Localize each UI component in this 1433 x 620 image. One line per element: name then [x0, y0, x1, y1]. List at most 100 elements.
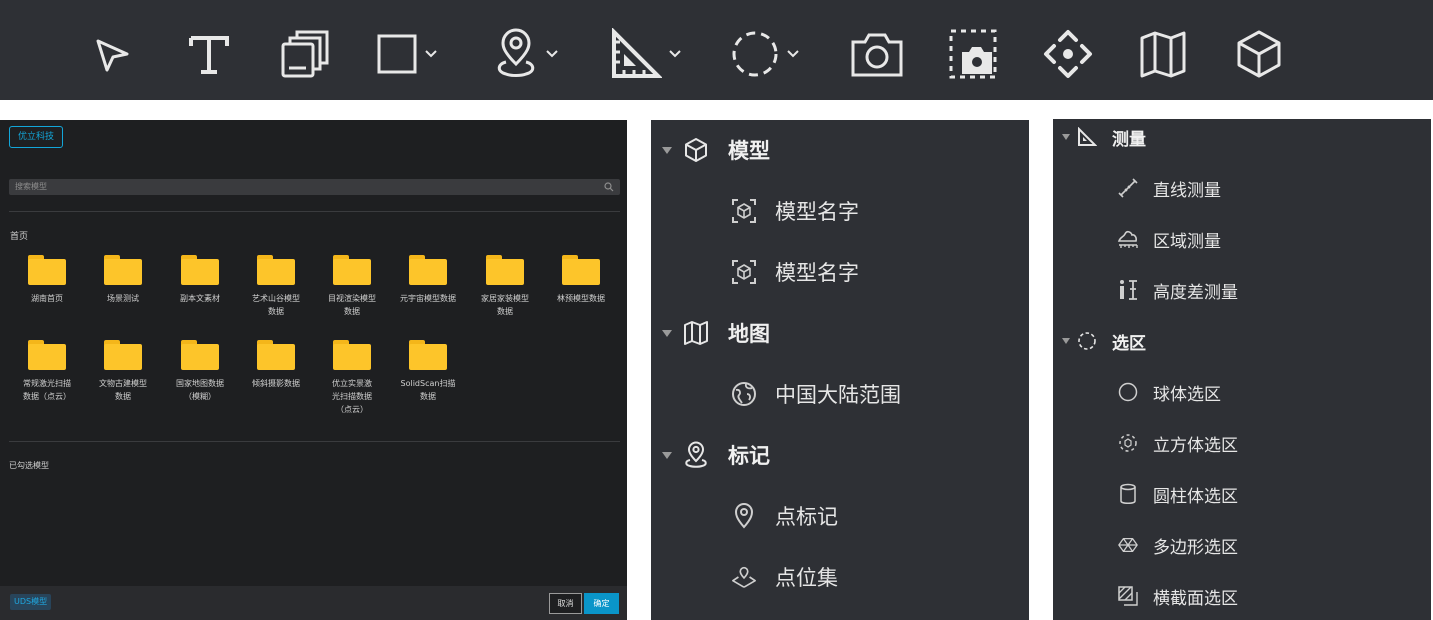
region-screenshot-icon: [949, 29, 997, 79]
folder-icon: [257, 255, 295, 285]
folder-item[interactable]: 倾斜摄影数据: [238, 340, 314, 390]
folder-item[interactable]: 副本文素材: [162, 255, 238, 305]
folder-item[interactable]: 湖南首页: [9, 255, 85, 305]
breadcrumb[interactable]: 首页: [10, 229, 28, 242]
map-tool-button[interactable]: [1139, 26, 1187, 82]
select-tool-button[interactable]: [93, 26, 133, 82]
tree-item-selection[interactable]: 多边形选区: [1117, 533, 1238, 558]
folder-item[interactable]: 场景测试: [85, 255, 161, 305]
tree-group-label: 测量: [1112, 129, 1146, 150]
uds-model-tag[interactable]: UDS模型: [10, 594, 52, 610]
tree-item-label: 立方体选区: [1153, 435, 1238, 456]
tree-item-label: 中国大陆范围: [775, 383, 901, 407]
tree-item-selection[interactable]: 圆柱体选区: [1117, 482, 1238, 507]
tree-item-label: 圆柱体选区: [1153, 486, 1238, 507]
layers-stack-icon: [281, 30, 329, 78]
brand-button[interactable]: 优立科技: [9, 126, 63, 148]
tree-item-selection[interactable]: 横截面选区: [1117, 584, 1238, 609]
tree-item-measure[interactable]: 高度差测量: [1117, 278, 1238, 303]
expand-triangle-icon[interactable]: [1062, 338, 1070, 344]
selected-models-label: 已勾选模型: [9, 461, 49, 470]
selection-tool-button[interactable]: [730, 26, 800, 82]
folder-icon: [104, 255, 142, 285]
tree-group-selection[interactable]: 选区: [1062, 329, 1146, 354]
expand-triangle-icon[interactable]: [662, 329, 672, 337]
marker-tool-button[interactable]: [493, 26, 559, 82]
search-icon[interactable]: [604, 182, 614, 192]
tree-group-measure[interactable]: 测量: [1062, 125, 1146, 150]
tree-item-model[interactable]: 模型名字: [731, 195, 859, 227]
folder-item[interactable]: SolidScan扫描 数据: [390, 340, 466, 403]
chevron-down-icon: [425, 50, 437, 58]
folder-item[interactable]: 目视渲染模型 数据: [314, 255, 390, 318]
rectangle-tool-button[interactable]: [376, 26, 438, 82]
folded-map-icon: [1140, 31, 1186, 78]
folder-item[interactable]: 文物古建模型 数据: [85, 340, 161, 403]
folder-icon: [333, 340, 371, 370]
folder-label: 国家地图数据 （模糊）: [176, 379, 224, 401]
tree-item-measure[interactable]: 区域测量: [1117, 227, 1221, 252]
chevron-down-icon: [787, 50, 799, 58]
folder-label: 优立实景激 光扫描数据 （点云）: [332, 379, 372, 414]
tree-group-label: 标记: [728, 444, 770, 468]
confirm-button[interactable]: 确定: [584, 593, 619, 614]
polygon-icon: [1118, 537, 1138, 553]
folder-label: 倾斜摄影数据: [252, 379, 300, 388]
tree-group-map[interactable]: 地图: [662, 317, 770, 349]
dialog-footer: UDS模型 取消 确定: [0, 586, 627, 620]
tree-item-label: 直线测量: [1153, 180, 1221, 201]
folder-label: 目视渲染模型 数据: [328, 294, 376, 316]
tree-item-selection[interactable]: 立方体选区: [1117, 431, 1238, 456]
folder-icon: [409, 255, 447, 285]
move-tool-button[interactable]: [1042, 26, 1094, 82]
cube-selection-icon: [1119, 434, 1137, 452]
tool-tree-panel: 测量 直线测量 区域测量 高度差测量 选区 球体选区 立方体选区 圆柱体选区 多…: [1053, 119, 1431, 620]
tree-item-model[interactable]: 模型名字: [731, 256, 859, 288]
tree-item-label: 模型名字: [775, 200, 859, 224]
folder-icon: [181, 340, 219, 370]
layers-tool-button[interactable]: [280, 26, 330, 82]
folder-item[interactable]: 国家地图数据 （模糊）: [162, 340, 238, 403]
folder-item[interactable]: 元宇宙模型数据: [390, 255, 466, 305]
cancel-button[interactable]: 取消: [549, 593, 582, 614]
region-screenshot-button[interactable]: [948, 26, 998, 82]
folder-icon: [28, 340, 66, 370]
folder-icon: [486, 255, 524, 285]
divider: [9, 211, 620, 212]
folder-item[interactable]: 家居家装模型 数据: [467, 255, 543, 318]
area-measure-icon: [1117, 230, 1138, 248]
model-box-icon: [732, 199, 756, 223]
folder-item[interactable]: 优立实景激 光扫描数据 （点云）: [314, 340, 390, 416]
tree-item-map[interactable]: 中国大陆范围: [731, 378, 901, 410]
tree-item-marker[interactable]: 点标记: [731, 500, 838, 532]
folder-label: 家居家装模型 数据: [481, 294, 529, 316]
model-picker-dialog: 优立科技 搜索模型 首页 湖南首页 场景测试 副本文素材 艺术山谷模型 数据 目…: [0, 120, 627, 620]
folder-label: 副本文素材: [180, 294, 220, 303]
tree-group-model[interactable]: 模型: [662, 134, 770, 166]
text-tool-icon: [189, 36, 229, 74]
tree-item-label: 横截面选区: [1153, 588, 1238, 609]
tree-item-label: 球体选区: [1153, 384, 1221, 405]
text-tool-button[interactable]: [187, 26, 231, 82]
map-pin-icon: [734, 503, 754, 529]
folder-item[interactable]: 林预模型数据: [543, 255, 619, 305]
expand-triangle-icon[interactable]: [662, 451, 672, 459]
ruler-triangle-icon: [612, 28, 662, 78]
expand-triangle-icon[interactable]: [662, 146, 672, 154]
model-tool-button[interactable]: [1236, 26, 1282, 82]
chevron-down-icon: [669, 50, 681, 58]
tree-item-selection[interactable]: 球体选区: [1117, 380, 1221, 405]
folder-item[interactable]: 常规激光扫描 数据（点云）: [9, 340, 85, 403]
tree-group-marker[interactable]: 标记: [662, 439, 770, 471]
model-box-icon: [732, 260, 756, 284]
tree-item-measure[interactable]: 直线测量: [1117, 176, 1221, 201]
folder-icon: [562, 255, 600, 285]
expand-triangle-icon[interactable]: [1062, 134, 1070, 140]
move-arrows-icon: [1044, 30, 1092, 78]
tree-item-marker[interactable]: 点位集: [731, 561, 838, 593]
screenshot-button[interactable]: [850, 26, 904, 82]
search-input[interactable]: 搜索模型: [9, 179, 620, 195]
folder-item[interactable]: 艺术山谷模型 数据: [238, 255, 314, 318]
measure-tool-button[interactable]: [610, 26, 682, 82]
cylinder-icon: [1120, 483, 1136, 504]
